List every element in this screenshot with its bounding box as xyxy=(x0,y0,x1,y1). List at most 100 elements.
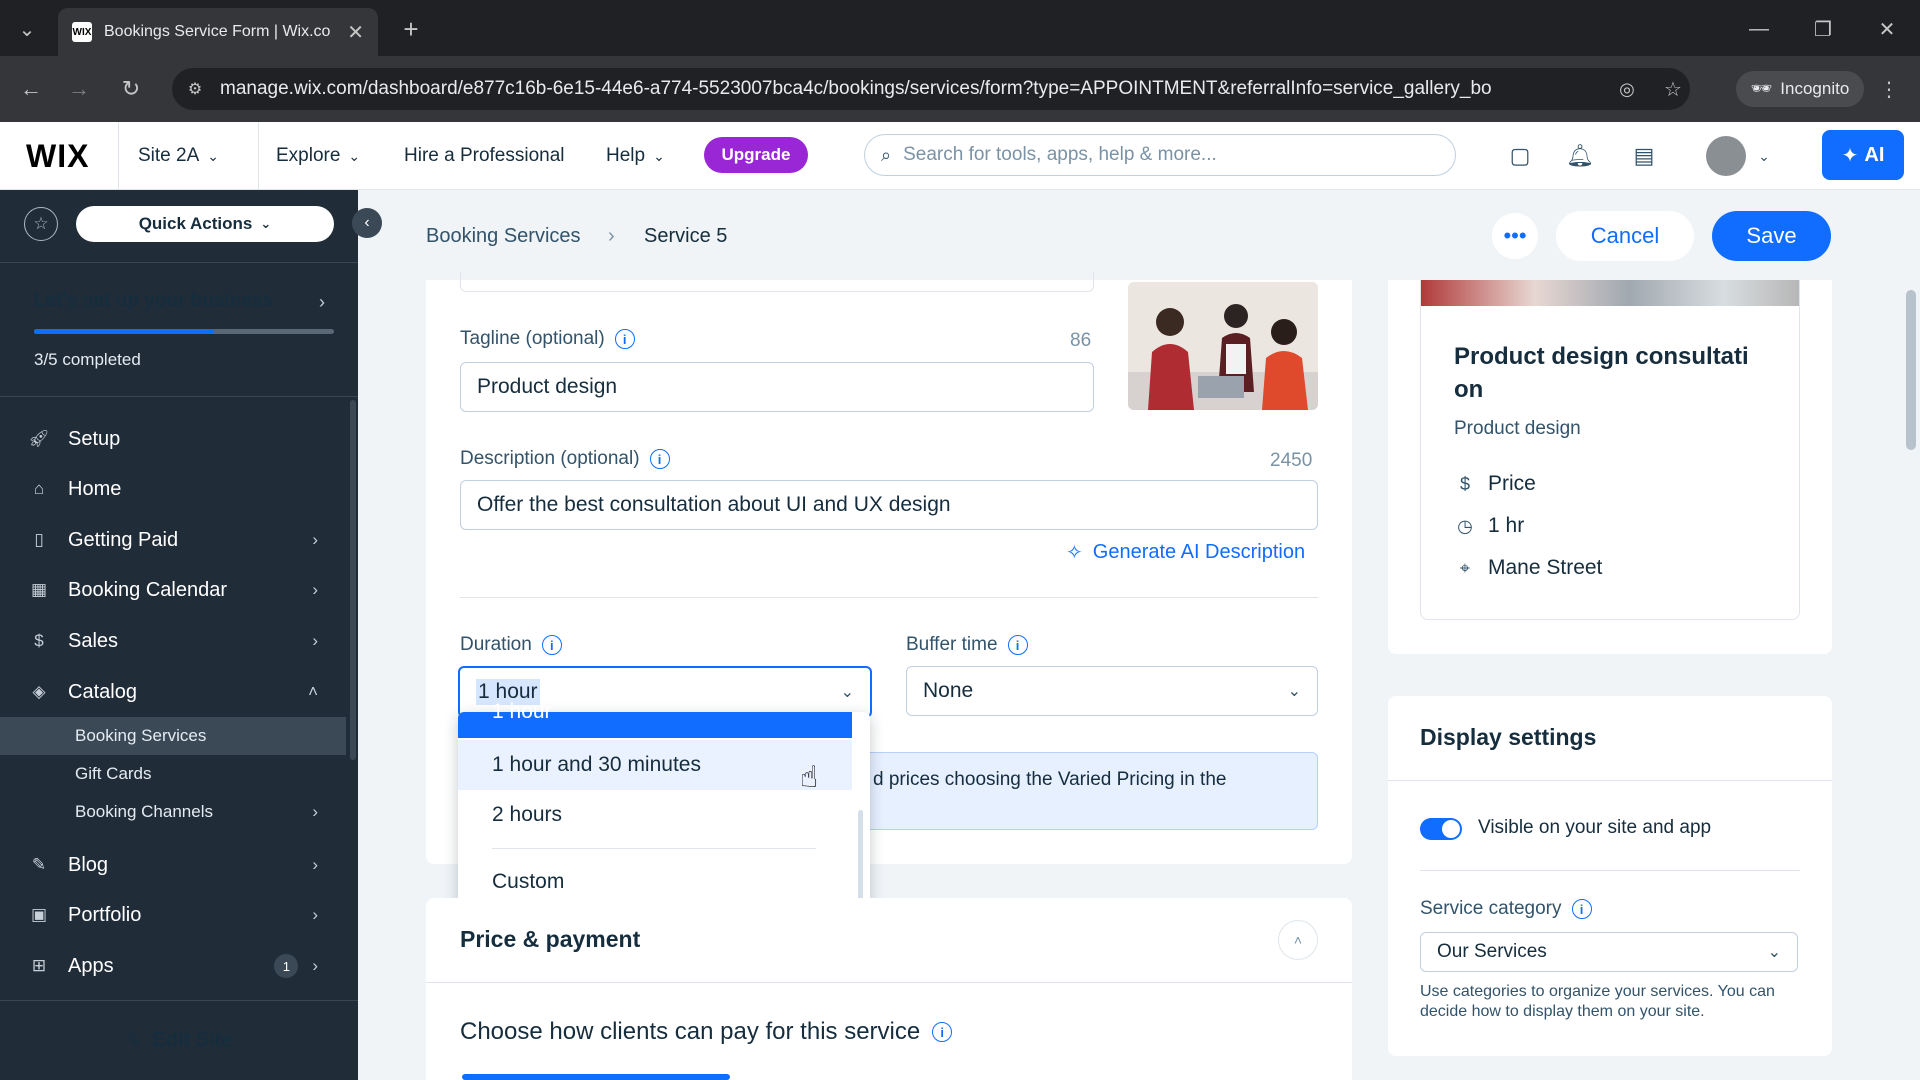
info-icon[interactable]: i xyxy=(649,449,670,469)
chevron-down-icon[interactable]: ⌄ xyxy=(1754,144,1774,168)
sidebar-scrollbar[interactable] xyxy=(350,400,356,760)
edit-site-button[interactable]: ✎ Edit Site xyxy=(0,1000,358,1080)
close-window-icon[interactable]: ✕ xyxy=(1872,14,1902,44)
new-tab-icon[interactable]: + xyxy=(396,14,426,44)
minimize-icon[interactable]: — xyxy=(1744,14,1774,44)
quick-actions-button[interactable]: Quick Actions ⌄ xyxy=(76,206,334,242)
info-icon[interactable]: i xyxy=(1571,899,1592,919)
site-info-icon[interactable]: ⚙ xyxy=(182,76,208,102)
restore-icon[interactable]: ❐ xyxy=(1808,14,1838,44)
chevron-down-icon: ⌄ xyxy=(840,684,854,701)
pencil-icon: ✎ xyxy=(125,1030,143,1052)
sidebar-item-setup[interactable]: 🚀︎ Setup xyxy=(0,416,346,462)
dropdown-scrollbar[interactable] xyxy=(858,810,863,902)
calendar-icon: ▦ xyxy=(30,580,48,599)
tagline-label: Tagline (optional) i xyxy=(460,328,635,350)
cancel-button[interactable]: Cancel xyxy=(1556,211,1694,261)
avatar[interactable] xyxy=(1706,136,1746,176)
site-selector[interactable]: Site 2A ⌄ xyxy=(138,138,219,174)
info-icon[interactable]: i xyxy=(541,635,562,655)
preview-image xyxy=(1421,280,1799,306)
generate-ai-description-link[interactable]: ✧ Generate AI Description xyxy=(1066,540,1305,565)
dropdown-divider xyxy=(492,848,816,849)
help-menu[interactable]: Help ⌄ xyxy=(606,138,665,174)
chevron-right-icon: › xyxy=(312,905,318,924)
description-char-count: 2450 xyxy=(1270,450,1313,471)
wix-favicon-icon: WIX xyxy=(72,22,92,42)
sidebar-subitem-label: Booking Channels xyxy=(75,802,213,821)
bell-icon[interactable]: 🔔︎ xyxy=(1564,140,1596,172)
search-input[interactable]: ⌕ Search for tools, apps, help & more... xyxy=(864,134,1456,176)
sidebar-item-label: Apps xyxy=(68,954,114,977)
dropdown-option-selected[interactable]: 1 hour xyxy=(458,700,852,738)
chevron-down-icon: ⌄ xyxy=(260,216,272,231)
browser-tab[interactable]: WIX Bookings Service Form | Wix.co ✕ xyxy=(58,8,378,56)
chevron-right-icon: › xyxy=(312,580,318,599)
more-actions-icon[interactable]: ••• xyxy=(1492,213,1538,259)
chevron-right-icon[interactable]: › xyxy=(312,290,332,314)
back-icon[interactable]: ← xyxy=(16,74,46,104)
sidebar-item-booking-calendar[interactable]: ▦ Booking Calendar › xyxy=(0,567,346,613)
chevron-up-icon[interactable]: ˄ xyxy=(1278,920,1318,960)
close-tab-icon[interactable]: ✕ xyxy=(347,20,364,45)
service-category-select[interactable]: Our Services ⌄ xyxy=(1420,932,1798,972)
dropdown-option-label: 1 hour xyxy=(492,700,552,723)
chat-icon[interactable]: ▢ xyxy=(1504,140,1536,172)
buffer-time-select[interactable]: None ⌄ xyxy=(906,666,1318,716)
page-scrollbar-thumb[interactable] xyxy=(1906,290,1916,450)
upgrade-button[interactable]: Upgrade xyxy=(704,137,808,173)
breadcrumb-booking-services[interactable]: Booking Services xyxy=(426,225,581,248)
explore-menu[interactable]: Explore ⌄ xyxy=(276,138,360,174)
sidebar-subitem-booking-channels[interactable]: Booking Channels › xyxy=(0,793,346,831)
description-textarea[interactable]: Offer the best consultation about UI and… xyxy=(460,480,1318,530)
location-pin-icon: ⌖ xyxy=(1459,557,1471,578)
category-value: Our Services xyxy=(1437,941,1547,962)
service-image[interactable] xyxy=(1128,282,1318,410)
tab-search-icon[interactable]: ⌄ xyxy=(12,14,42,44)
sidebar-item-label: Blog xyxy=(68,853,109,876)
bookmark-star-icon[interactable]: ☆ xyxy=(1660,76,1686,102)
info-icon[interactable]: i xyxy=(614,329,635,349)
info-icon[interactable]: i xyxy=(932,1022,953,1042)
setup-business-title[interactable]: Let's set up your business xyxy=(34,290,273,312)
clock-icon: ◷ xyxy=(1457,515,1473,536)
star-icon[interactable]: ☆ xyxy=(24,207,58,241)
sidebar-item-apps[interactable]: ⊞ Apps 1 › xyxy=(0,943,346,989)
sidebar-subitem-booking-services[interactable]: Booking Services xyxy=(0,717,346,755)
sidebar-subitem-gift-cards[interactable]: Gift Cards xyxy=(0,755,346,793)
sidebar-item-sales[interactable]: $ Sales › xyxy=(0,618,346,664)
browser-menu-icon[interactable]: ⋮ xyxy=(1876,76,1902,102)
preview-service-name: Product design consultati on xyxy=(1454,343,1749,403)
url-field[interactable]: manage.wix.com/dashboard/e877c16b-6e15-4… xyxy=(172,68,1690,110)
sidebar-item-catalog[interactable]: ◈ Catalog ˄ xyxy=(0,669,346,715)
topbar-divider xyxy=(258,122,259,190)
payment-tab-indicator xyxy=(462,1074,730,1080)
price-payment-title: Price & payment xyxy=(460,926,641,952)
service-name-field-edge[interactable] xyxy=(460,272,1094,292)
chevron-right-icon: › xyxy=(312,855,318,874)
save-button[interactable]: Save xyxy=(1712,211,1831,261)
collapse-sidebar-icon[interactable]: ‹ xyxy=(352,208,382,238)
apps-icon: ⊞ xyxy=(31,956,47,975)
incognito-indicator[interactable]: 🕶 Incognito xyxy=(1736,71,1864,107)
sidebar-item-blog[interactable]: ✎ Blog › xyxy=(0,842,346,888)
info-icon[interactable]: i xyxy=(1007,635,1028,655)
tagline-input[interactable]: Product design xyxy=(460,362,1094,412)
ai-button[interactable]: ✦ AI xyxy=(1822,130,1904,180)
sidebar-item-portfolio[interactable]: ▣ Portfolio › xyxy=(0,892,346,938)
payment-options-text: Choose how clients can pay for this serv… xyxy=(460,1018,921,1045)
eye-off-icon[interactable]: ◎ xyxy=(1614,76,1640,102)
dropdown-option[interactable]: 1 hour and 30 minutes xyxy=(458,740,852,790)
forward-icon[interactable]: → xyxy=(64,74,94,104)
sidebar-item-home[interactable]: ⌂ Home xyxy=(0,466,346,512)
dropdown-option[interactable]: 2 hours xyxy=(458,790,852,840)
news-icon[interactable]: ▤ xyxy=(1628,140,1660,172)
sidebar-item-getting-paid[interactable]: ▯ Getting Paid › xyxy=(0,517,346,563)
quick-actions-label: Quick Actions xyxy=(138,214,253,233)
reload-icon[interactable]: ↻ xyxy=(116,74,146,104)
hire-professional-link[interactable]: Hire a Professional xyxy=(404,138,565,174)
service-category-label: Service category i xyxy=(1420,898,1592,920)
apps-badge: 1 xyxy=(274,954,299,978)
wix-logo[interactable]: WIX xyxy=(26,138,89,175)
section-divider xyxy=(426,982,1352,983)
